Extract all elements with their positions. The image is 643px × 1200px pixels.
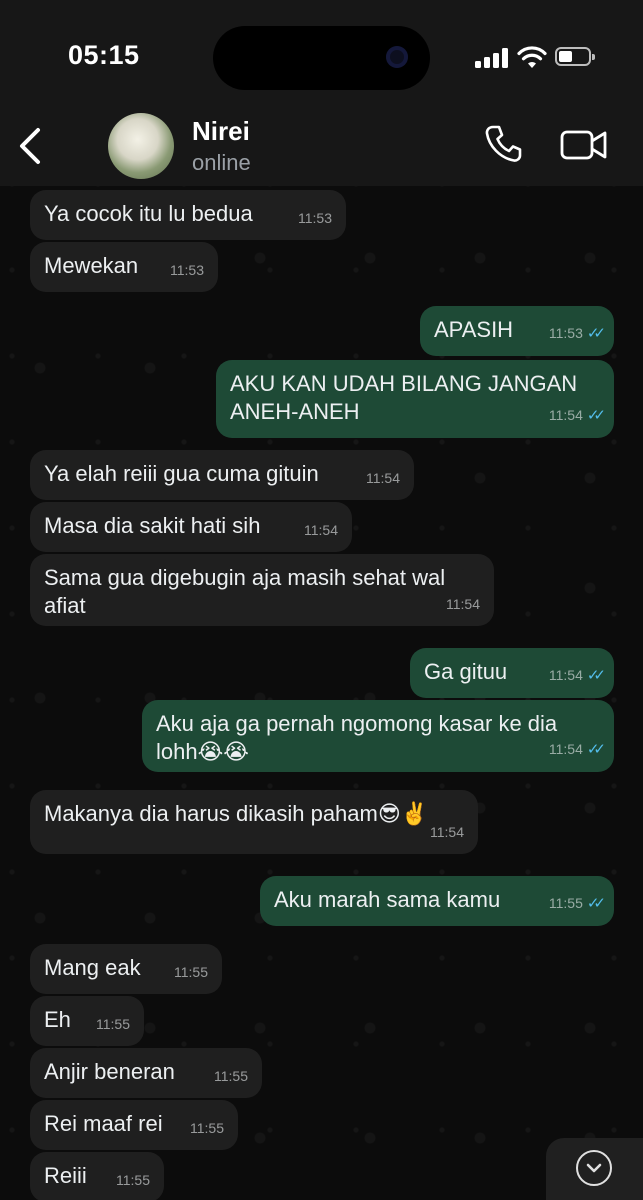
chat-screen: 05:15 Nirei online Ya cocok itu lu bedua…	[0, 0, 643, 1200]
message-bubble-outgoing[interactable]: Aku marah sama kamu 11:55 ✓✓	[260, 876, 614, 926]
message-bubble-incoming[interactable]: Makanya dia harus dikasih paham😎✌️ 11:54	[30, 790, 478, 854]
message-time: 11:55	[116, 1172, 150, 1188]
message-bubble-outgoing[interactable]: AKU KAN UDAH BILANG JANGAN ANEH-ANEH 11:…	[216, 360, 614, 438]
battery-icon	[555, 47, 595, 66]
video-camera-icon[interactable]	[560, 128, 608, 162]
message-time: 11:54 ✓✓	[548, 407, 606, 424]
message-time: 11:54 ✓✓	[548, 741, 606, 758]
message-bubble-outgoing[interactable]: Ga gituu 11:54 ✓✓	[410, 648, 614, 698]
phone-icon[interactable]	[484, 124, 522, 164]
message-time: 11:54	[446, 596, 480, 612]
message-time: 11:53	[170, 262, 204, 278]
message-time: 11:55	[174, 964, 208, 980]
read-receipt-icon: ✓✓	[586, 325, 606, 342]
cellular-signal-icon	[475, 48, 509, 68]
message-bubble-outgoing[interactable]: APASIH 11:53 ✓✓	[420, 306, 614, 356]
message-bubble-incoming[interactable]: Masa dia sakit hati sih 11:54	[30, 502, 352, 552]
contact-name[interactable]: Nirei	[192, 116, 250, 147]
chevron-down-icon	[576, 1150, 612, 1186]
message-bubble-incoming[interactable]: Anjir beneran 11:55	[30, 1048, 262, 1098]
message-bubble-incoming[interactable]: Reiii 11:55	[30, 1152, 164, 1200]
chat-header: 05:15 Nirei online	[0, 0, 643, 186]
message-time: 11:54	[366, 470, 400, 486]
message-time: 11:53	[298, 210, 332, 226]
message-bubble-incoming[interactable]: Ya elah reiii gua cuma gituin 11:54	[30, 450, 414, 500]
message-bubble-incoming[interactable]: Mang eak 11:55	[30, 944, 222, 994]
message-time: 11:55 ✓✓	[548, 895, 606, 912]
back-chevron-icon[interactable]	[14, 124, 48, 168]
message-bubble-incoming[interactable]: Eh 11:55	[30, 996, 144, 1046]
message-bubble-incoming[interactable]: Rei maaf rei 11:55	[30, 1100, 238, 1150]
scroll-to-bottom-button[interactable]	[546, 1138, 643, 1200]
wifi-icon	[517, 46, 547, 68]
dynamic-island	[213, 26, 430, 90]
contact-status: online	[192, 150, 251, 175]
message-time: 11:54	[304, 522, 338, 538]
battery-level	[559, 51, 572, 62]
status-time: 05:15	[68, 40, 140, 70]
message-bubble-incoming[interactable]: Mewekan 11:53	[30, 242, 218, 292]
message-time: 11:53 ✓✓	[548, 325, 606, 342]
read-receipt-icon: ✓✓	[586, 407, 606, 424]
message-bubble-outgoing[interactable]: Aku aja ga pernah ngomong kasar ke dia l…	[142, 700, 614, 772]
read-receipt-icon: ✓✓	[586, 741, 606, 758]
message-time: 11:54 ✓✓	[548, 667, 606, 684]
message-list[interactable]: Ya cocok itu lu bedua 11:53 Mewekan 11:5…	[0, 186, 643, 1200]
message-bubble-incoming[interactable]: Ya cocok itu lu bedua 11:53	[30, 190, 346, 240]
camera-icon	[386, 46, 408, 68]
message-bubble-incoming[interactable]: Sama gua digebugin aja masih sehat wal a…	[30, 554, 494, 626]
message-time: 11:55	[190, 1120, 224, 1136]
read-receipt-icon: ✓✓	[586, 667, 606, 684]
read-receipt-icon: ✓✓	[586, 895, 606, 912]
message-time: 11:55	[96, 1016, 130, 1032]
message-time: 11:54	[430, 824, 464, 840]
message-time: 11:55	[214, 1068, 248, 1084]
contact-avatar[interactable]	[108, 113, 174, 179]
